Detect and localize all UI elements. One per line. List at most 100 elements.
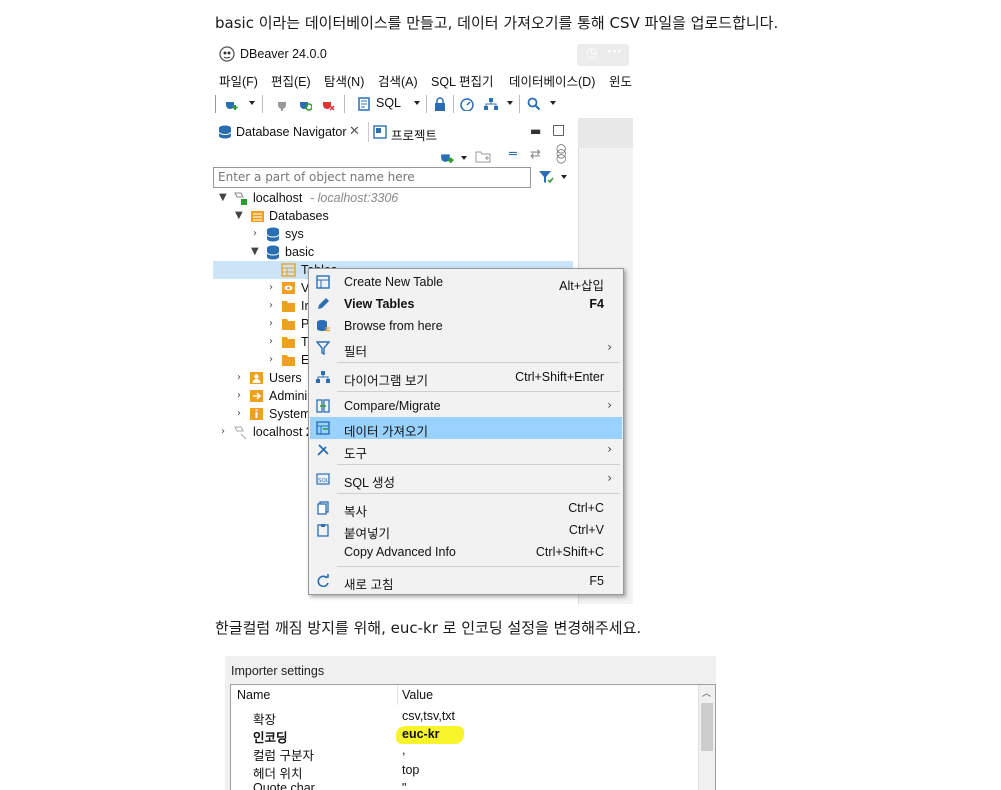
setting-value[interactable]: euc-kr [402, 727, 440, 741]
sql-icon: SQL [316, 473, 330, 485]
menu-item-view-diagram[interactable]: 다이어그램 보기 Ctrl+Shift+Enter [310, 366, 622, 388]
connection-icon [234, 192, 247, 205]
reconnect-icon[interactable] [298, 97, 312, 111]
search-icon[interactable] [527, 97, 541, 111]
menu-item-create-new-table[interactable]: Create New Table Alt+삽입 [310, 271, 622, 293]
chevron-down-icon[interactable] [249, 101, 255, 105]
chevron-right-icon[interactable]: › [237, 372, 247, 383]
chevron-right-icon[interactable]: › [221, 426, 231, 437]
clock-icon[interactable]: ◷ [586, 46, 597, 61]
menu-item-copy[interactable]: 복사 Ctrl+C [310, 497, 622, 519]
connect-icon[interactable] [275, 97, 289, 111]
sql-button-label[interactable]: SQL [376, 96, 401, 110]
chevron-up-icon[interactable]: ︿ [702, 686, 711, 699]
menu-database[interactable]: 데이터베이스(D) [509, 71, 595, 90]
menu-edit[interactable]: 편집(E) [271, 71, 311, 90]
chevron-right-icon[interactable]: › [237, 408, 247, 419]
importer-settings-table: Name Value 확장 csv,tsv,txt 인코딩 euc-kr 컬럼 … [230, 684, 716, 790]
menu-item-shortcut: F5 [589, 574, 604, 588]
menu-window[interactable]: 윈도 [609, 71, 632, 90]
filter-icon [316, 341, 330, 355]
chevron-right-icon[interactable]: › [269, 336, 279, 347]
vertical-scrollbar[interactable]: ︿ [698, 685, 715, 790]
setting-value[interactable]: csv,tsv,txt [402, 709, 455, 723]
menu-item-generate-sql[interactable]: SQL SQL 생성 › [310, 468, 622, 490]
menu-item-paste[interactable]: 붙여넣기 Ctrl+V [310, 519, 622, 541]
tree-conn-localhost-2[interactable]: localhost 2 [253, 425, 313, 439]
tree-system-info[interactable]: System [269, 407, 311, 421]
new-folder-icon[interactable] [475, 149, 491, 164]
setting-value[interactable]: " [402, 781, 406, 790]
sql-editor-icon[interactable] [357, 97, 371, 111]
setting-name: 헤더 위치 [253, 767, 303, 781]
tree-administer[interactable]: Admini [269, 389, 307, 403]
setting-value[interactable]: , [402, 743, 405, 757]
chevron-right-icon[interactable]: › [269, 282, 279, 293]
tree-db-sys[interactable]: sys [285, 227, 304, 241]
menu-item-label: Copy Advanced Info [344, 545, 456, 559]
menu-item-compare-migrate[interactable]: Compare/Migrate › [310, 395, 622, 417]
chevron-right-icon[interactable]: › [269, 300, 279, 311]
close-icon[interactable]: ✕ [349, 124, 360, 139]
chevron-down-icon[interactable] [461, 156, 467, 160]
object-filter-input[interactable]: Enter a part of object name here [213, 167, 531, 188]
editor-tab-strip [578, 118, 633, 148]
maximize-icon[interactable]: □ [552, 122, 565, 138]
menu-navigate[interactable]: 탐색(N) [324, 71, 364, 90]
menu-item-filter[interactable]: 필터 › [310, 337, 622, 359]
chevron-right-icon[interactable]: › [269, 354, 279, 365]
dashboard-icon[interactable] [460, 97, 474, 111]
users-icon [250, 372, 263, 384]
chevron-right-icon[interactable]: › [269, 318, 279, 329]
chevron-down-icon[interactable] [550, 101, 556, 105]
tree-databases[interactable]: Databases [269, 209, 329, 223]
new-connection-icon[interactable] [439, 149, 454, 164]
tab-project[interactable]: 프로젝트 [391, 125, 437, 144]
importer-settings-panel: Importer settings Name Value 확장 csv,tsv,… [225, 656, 716, 790]
scrollbar-thumb[interactable] [701, 703, 713, 751]
tree-db-basic[interactable]: basic [285, 245, 314, 259]
menu-item-label: 새로 고침 [344, 578, 394, 592]
chevron-down-icon[interactable]: ▼ [251, 246, 261, 257]
tab-database-navigator[interactable]: Database Navigator [236, 125, 346, 139]
disconnect-icon[interactable] [321, 97, 335, 111]
view-menu-icon[interactable]: ○ ○ ○ [556, 142, 566, 164]
minimize-icon[interactable]: ▬ [530, 124, 541, 138]
paste-icon [317, 524, 329, 537]
menu-item-label: 필터 [344, 345, 368, 359]
menu-search[interactable]: 검색(A) [378, 71, 418, 90]
chevron-down-icon[interactable] [507, 101, 513, 105]
refresh-icon [317, 574, 329, 588]
menu-item-copy-advanced-info[interactable]: Copy Advanced Info Ctrl+Shift+C [310, 541, 622, 563]
folder-icon [282, 337, 295, 348]
setting-value[interactable]: top [402, 763, 419, 777]
menu-item-import-data[interactable]: 데이터 가져오기 [310, 417, 622, 439]
chevron-right-icon[interactable]: › [237, 390, 247, 401]
menu-sql-editor[interactable]: SQL 편집기 [431, 71, 494, 90]
chevron-down-icon[interactable] [561, 175, 567, 179]
chevron-down-icon[interactable]: ▼ [235, 210, 245, 221]
filter-icon[interactable] [538, 170, 554, 185]
menu-file[interactable]: 파일(F) [219, 71, 258, 90]
svg-text:SQL: SQL [318, 478, 330, 484]
new-connection-icon[interactable] [224, 97, 238, 111]
menu-item-refresh[interactable]: 새로 고침 F5 [310, 570, 622, 592]
diagram-icon[interactable] [484, 97, 498, 111]
collapse-all-icon[interactable]: ═ [509, 147, 517, 162]
chevron-down-icon[interactable]: ▼ [219, 192, 229, 203]
menu-item-browse-from-here[interactable]: Browse from here [310, 315, 622, 337]
menu-item-view-tables[interactable]: View Tables F4 [310, 293, 622, 315]
column-header-value: Value [402, 688, 434, 702]
tree-conn-localhost[interactable]: localhost [253, 191, 302, 205]
menu-item-tools[interactable]: 도구 › [310, 439, 622, 461]
folder-icon [282, 355, 295, 366]
link-editor-icon[interactable]: ⇄ [530, 147, 541, 162]
toolbar-separator [262, 95, 263, 113]
tree-users[interactable]: Users [269, 371, 302, 385]
compare-icon [316, 399, 330, 413]
chevron-right-icon[interactable]: › [253, 228, 263, 239]
more-icon[interactable]: ··· [607, 45, 622, 60]
tools-icon [317, 444, 329, 456]
lock-icon[interactable] [433, 97, 447, 111]
chevron-down-icon[interactable] [414, 101, 420, 105]
